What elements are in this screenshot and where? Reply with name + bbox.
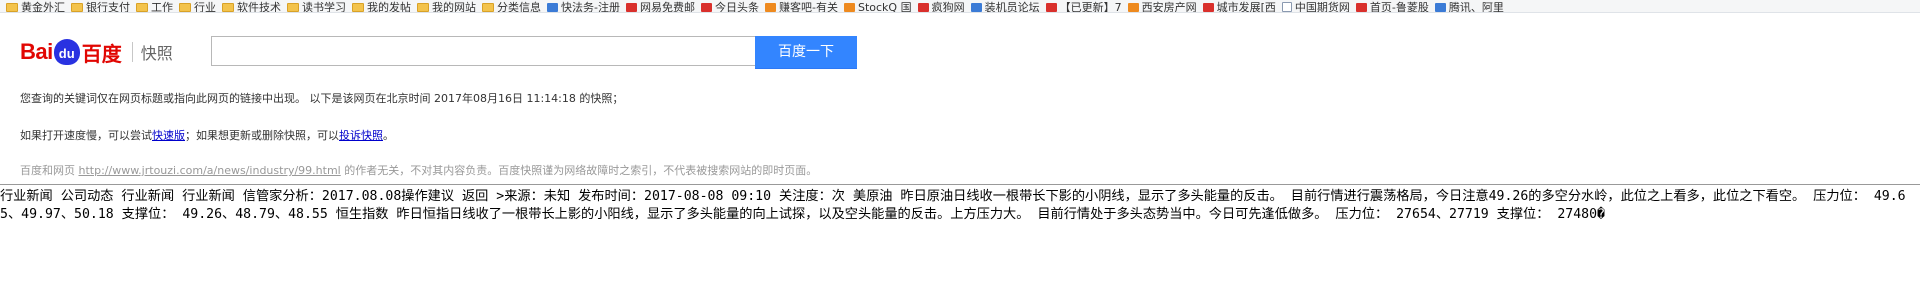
folder-icon (71, 3, 83, 12)
bookmark-item[interactable]: 腾讯、阿里 (1434, 1, 1504, 13)
bookmark-label: 银行支付 (86, 1, 130, 13)
bookmark-label: 黄金外汇 (21, 1, 65, 13)
bookmark-item[interactable]: 【已更新】7 (1045, 1, 1122, 13)
bookmark-item[interactable]: 赚客吧-有关 (764, 1, 838, 13)
bookmark-label: 读书学习 (302, 1, 346, 13)
folder-icon (287, 3, 299, 12)
bookmark-item[interactable]: 装机员论坛 (970, 1, 1040, 13)
disclaimer-prefix: 百度和网页 (20, 164, 79, 177)
bookmark-item[interactable]: 今日头条 (700, 1, 759, 13)
speed-notice-suffix: 。 (383, 129, 394, 142)
bookmark-label: 中国期货网 (1294, 0, 1350, 13)
disclaimer-notice: 百度和网页 http://www.jrtouzi.com/a/news/indu… (20, 162, 817, 178)
bookmark-item[interactable]: 快法务-注册 (547, 1, 620, 13)
bookmark-item[interactable]: StockQ 国 (843, 1, 912, 13)
bookmark-label: 城市发展[西 (1216, 1, 1276, 13)
speed-notice-prefix: 如果打开速度慢，可以尝试 (20, 129, 152, 142)
bookmark-item[interactable]: 银行支付 (71, 1, 130, 13)
bookmark-label: 网易免费邮 (639, 1, 695, 13)
bookmark-label: 西安房产网 (1141, 1, 1197, 13)
bookmark-label: 装机员论坛 (984, 1, 1040, 13)
folder-icon (417, 3, 429, 12)
bookmarks-bar: 黄金外汇 银行支付 工作 行业 软件技术 读书学习 我的发帖 我的网站 分类信息 快法务-注册 网易… (0, 0, 1920, 13)
red-square-icon (700, 3, 712, 12)
bookmark-item[interactable]: 西安房产网 (1127, 1, 1197, 13)
red-square-icon (1202, 3, 1214, 12)
bookmark-item[interactable]: 首页-鲁菱股 (1355, 1, 1429, 13)
bookmark-label: 疯狗网 (931, 1, 965, 13)
bookmark-label: 行业 (194, 1, 216, 13)
folder-icon (482, 3, 494, 12)
red-square-icon (917, 3, 929, 12)
red-square-icon (1045, 3, 1057, 12)
blue-square-icon (547, 3, 558, 12)
bookmark-label: 快法务-注册 (561, 1, 620, 13)
bookmark-label: 工作 (151, 1, 173, 13)
blue-square-icon (1434, 3, 1446, 12)
article-content: 行业新闻 公司动态 行业新闻 行业新闻 信管家分析：2017.08.08操作建议… (0, 189, 1906, 222)
bookmark-item[interactable]: 网易免费邮 (625, 1, 695, 13)
baidu-paw-icon: du (53, 39, 80, 65)
bookmark-item[interactable]: 中国期货网 (1281, 0, 1350, 13)
bookmark-item[interactable]: 黄金外汇 (6, 1, 65, 13)
folder-icon (222, 3, 234, 12)
page-icon (1281, 2, 1292, 12)
orange-square-icon (843, 3, 855, 12)
bookmark-label: 分类信息 (497, 1, 541, 13)
disclaimer-suffix: 的作者无关，不对其内容负责。百度快照谨为网络故障时之索引，不代表被搜索网站的即时… (340, 164, 818, 177)
bookmark-item[interactable]: 疯狗网 (917, 1, 965, 13)
snapshot-header: Bai du 百度 快照 百度一下 (0, 30, 1920, 74)
red-square-icon (1355, 3, 1367, 12)
bookmark-label: 首页-鲁菱股 (1369, 1, 1429, 13)
search-button[interactable]: 百度一下 (755, 36, 857, 69)
bookmark-label: 【已更新】7 (1059, 1, 1122, 13)
bookmark-label: 我的网站 (432, 1, 476, 13)
search-input[interactable] (211, 36, 755, 66)
baidu-logo[interactable]: Bai du 百度 快照 (20, 38, 173, 66)
fast-version-link[interactable]: 快速版 (152, 129, 185, 142)
folder-icon (6, 3, 18, 12)
bookmark-label: StockQ 国 (857, 1, 912, 13)
bookmark-item[interactable]: 分类信息 (482, 1, 541, 13)
bookmark-item[interactable]: 行业 (179, 1, 216, 13)
bookmark-label: 我的发帖 (367, 1, 411, 13)
bookmark-item[interactable]: 工作 (136, 1, 173, 13)
snapshot-speed-notice: 如果打开速度慢，可以尝试快速版；如果想更新或删除快照，可以投诉快照。 (20, 127, 394, 143)
red-square-icon (625, 3, 637, 12)
orange-square-icon (764, 3, 776, 12)
bookmark-item[interactable]: 读书学习 (287, 1, 346, 13)
folder-icon (352, 3, 364, 12)
original-url-link[interactable]: http://www.jrtouzi.com/a/news/industry/9… (79, 164, 341, 177)
logo-kuaizhao-text: 快照 (140, 46, 173, 63)
snapshot-time-notice: 您查询的关键词仅在网页标题或指向此网页的链接中出现。 以下是该网页在北京时间 2… (20, 92, 624, 105)
bookmark-label: 赚客吧-有关 (778, 1, 838, 13)
bookmark-item[interactable]: 城市发展[西 (1202, 1, 1276, 13)
bookmark-item[interactable]: 我的网站 (417, 1, 476, 13)
snapshot-divider (0, 184, 1920, 185)
report-snapshot-link[interactable]: 投诉快照 (339, 129, 383, 142)
logo-divider (131, 42, 133, 62)
bookmark-item[interactable]: 我的发帖 (352, 1, 411, 13)
logo-du-text: 百度 (81, 43, 122, 66)
bookmark-item[interactable]: 软件技术 (222, 1, 281, 13)
logo-bai-text: Bai (20, 39, 53, 64)
folder-icon (136, 3, 148, 12)
orange-square-icon (1127, 3, 1139, 12)
blue-square-icon (970, 3, 982, 12)
bookmark-label: 软件技术 (237, 1, 281, 13)
bookmark-label: 今日头条 (714, 1, 759, 13)
folder-icon (179, 3, 191, 12)
bookmark-label: 腾讯、阿里 (1448, 1, 1504, 13)
speed-notice-middle: ；如果想更新或删除快照，可以 (185, 129, 339, 142)
